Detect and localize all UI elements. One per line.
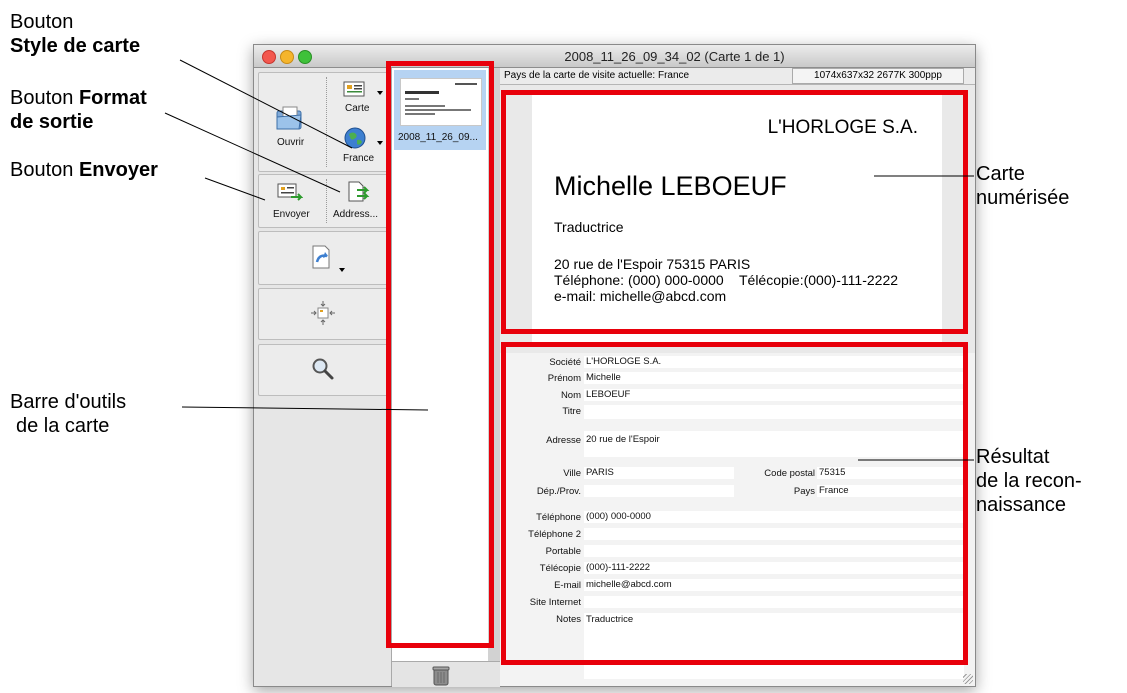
leader-line-send [204, 177, 266, 201]
leader-line-card-style [179, 59, 353, 149]
leader-line-output-format [164, 112, 341, 193]
callout-leader-lines [164, 59, 974, 461]
leader-line-toolbar [181, 406, 429, 411]
